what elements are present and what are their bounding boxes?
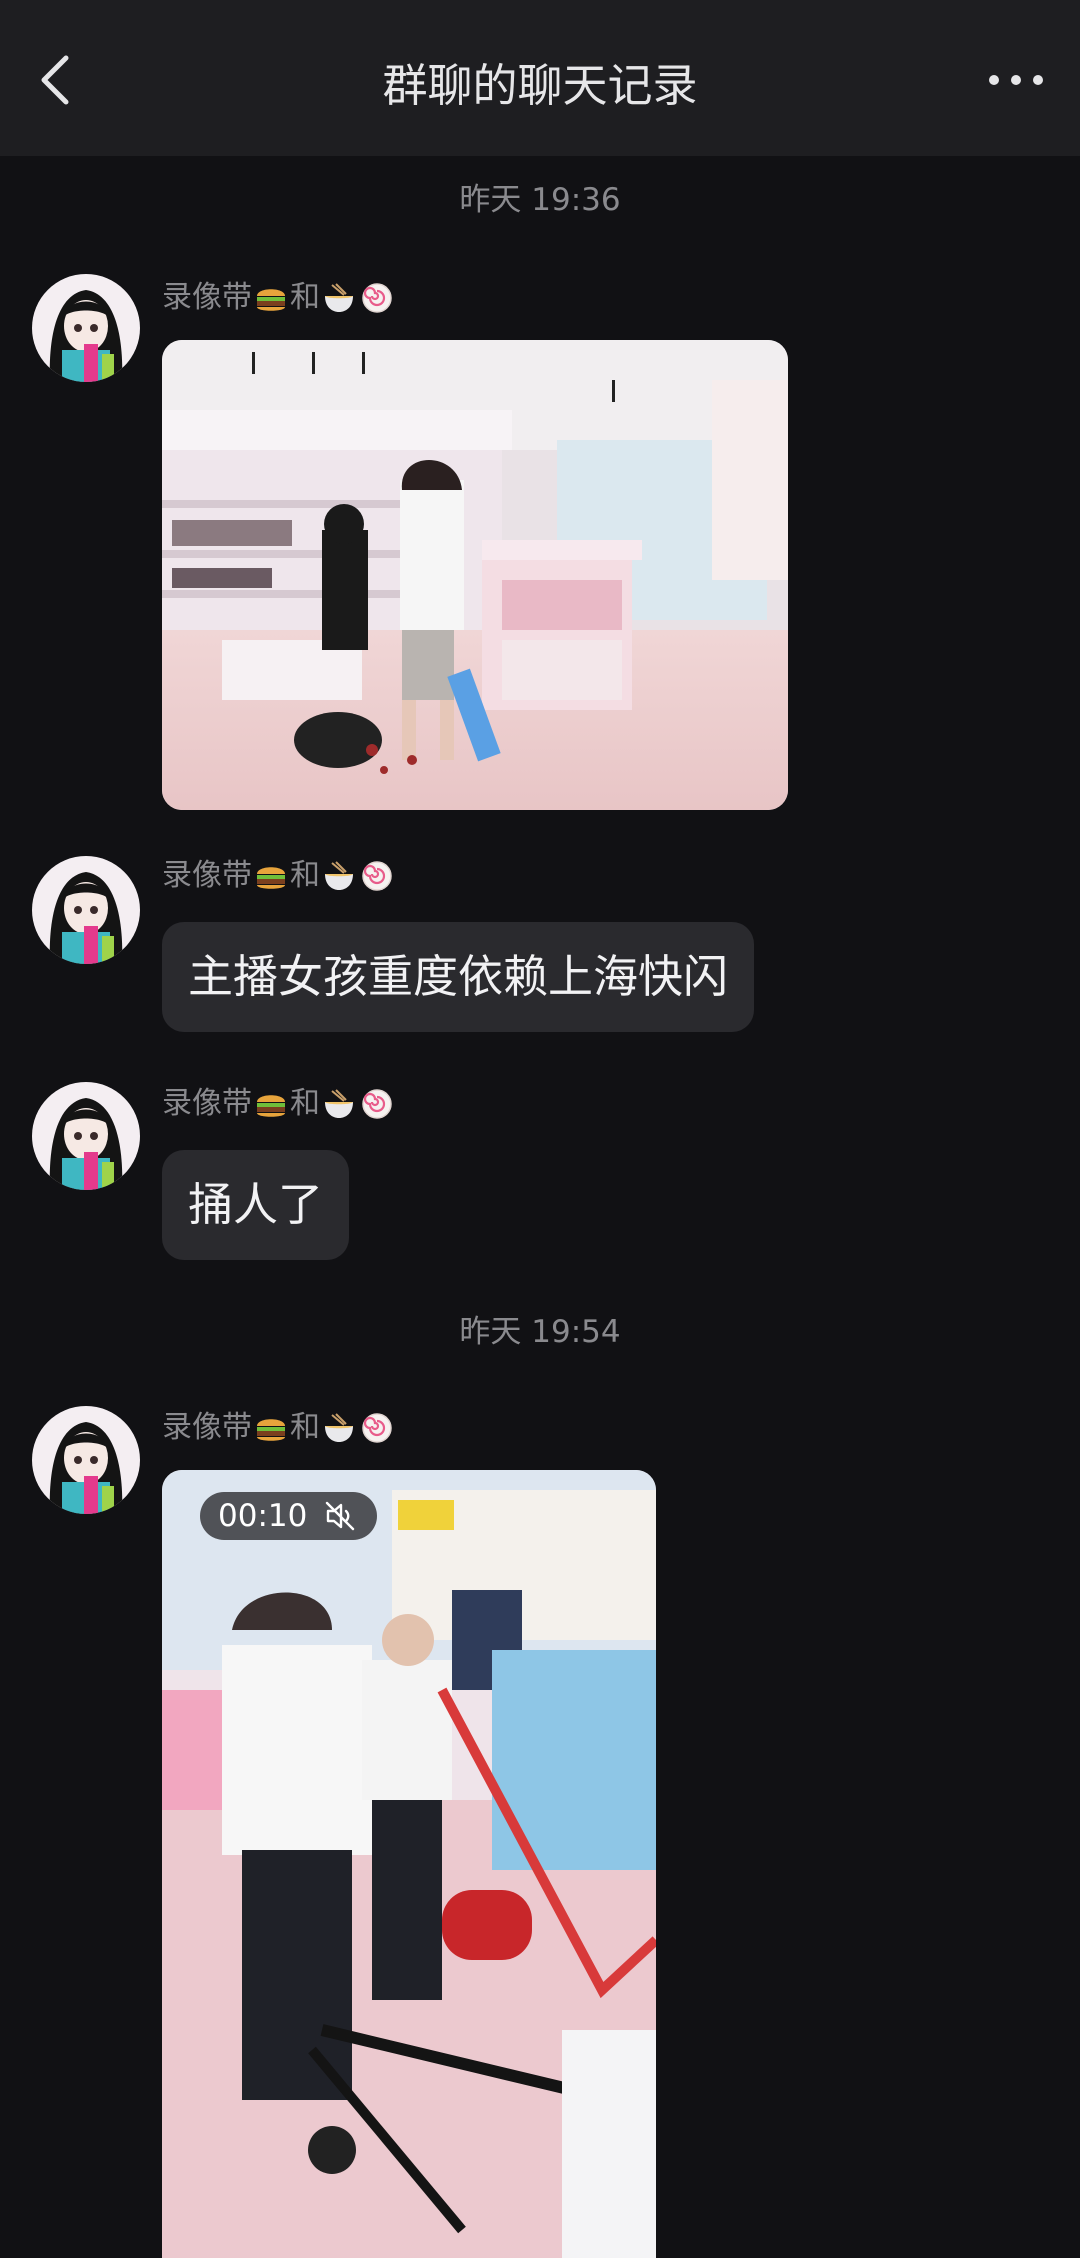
sender-name-text: 录像带 <box>162 1410 252 1445</box>
video-message[interactable]: 00:10 <box>162 1470 656 2258</box>
sender-name-text: 录像带 <box>162 280 252 315</box>
fish-cake-icon <box>362 283 392 313</box>
fish-cake-icon <box>362 1089 392 1119</box>
video-duration: 00:10 <box>218 1498 308 1534</box>
sender-name: 录像带 和 <box>162 856 396 896</box>
hamburger-icon <box>257 867 285 889</box>
ramen-bowl-icon <box>325 283 353 312</box>
chat-history-page: 群聊的聊天记录 昨天 19:36 录像带 和 录像带 和 主播女孩重度依赖上海快… <box>0 0 1080 2258</box>
avatar[interactable] <box>32 856 140 964</box>
sender-name: 录像带 和 <box>162 278 396 318</box>
timestamp-divider: 昨天 19:36 <box>459 182 621 218</box>
text-message[interactable]: 主播女孩重度依赖上海快闪 <box>162 922 755 1032</box>
more-dots-icon[interactable] <box>986 68 1046 92</box>
sender-name: 录像带 和 <box>162 1408 396 1448</box>
avatar[interactable] <box>32 1406 140 1514</box>
avatar[interactable] <box>32 274 140 382</box>
ramen-bowl-icon <box>325 861 353 890</box>
ramen-bowl-icon <box>325 1089 353 1118</box>
image-message[interactable] <box>162 340 788 810</box>
sender-connector: 和 <box>290 858 320 893</box>
speaker-muted-icon[interactable] <box>323 1499 357 1533</box>
sender-connector: 和 <box>290 280 320 315</box>
timestamp-divider: 昨天 19:54 <box>459 1314 621 1350</box>
sender-name-text: 录像带 <box>162 858 252 893</box>
fish-cake-icon <box>362 861 392 891</box>
avatar[interactable] <box>32 1082 140 1190</box>
video-duration-badge: 00:10 <box>200 1492 378 1540</box>
sender-connector: 和 <box>290 1086 320 1121</box>
page-title: 群聊的聊天记录 <box>382 59 698 112</box>
hamburger-icon <box>257 1095 285 1117</box>
video-thumbnail <box>162 1470 656 2258</box>
fish-cake-icon <box>362 1413 392 1443</box>
sender-connector: 和 <box>290 1410 320 1445</box>
store-photo <box>162 340 788 810</box>
sender-name: 录像带 和 <box>162 1084 396 1124</box>
hamburger-icon <box>257 289 285 311</box>
sender-name-text: 录像带 <box>162 1086 252 1121</box>
top-bar: 群聊的聊天记录 <box>0 0 1080 156</box>
ramen-bowl-icon <box>325 1413 353 1442</box>
hamburger-icon <box>257 1419 285 1441</box>
text-message[interactable]: 捅人了 <box>162 1150 350 1260</box>
